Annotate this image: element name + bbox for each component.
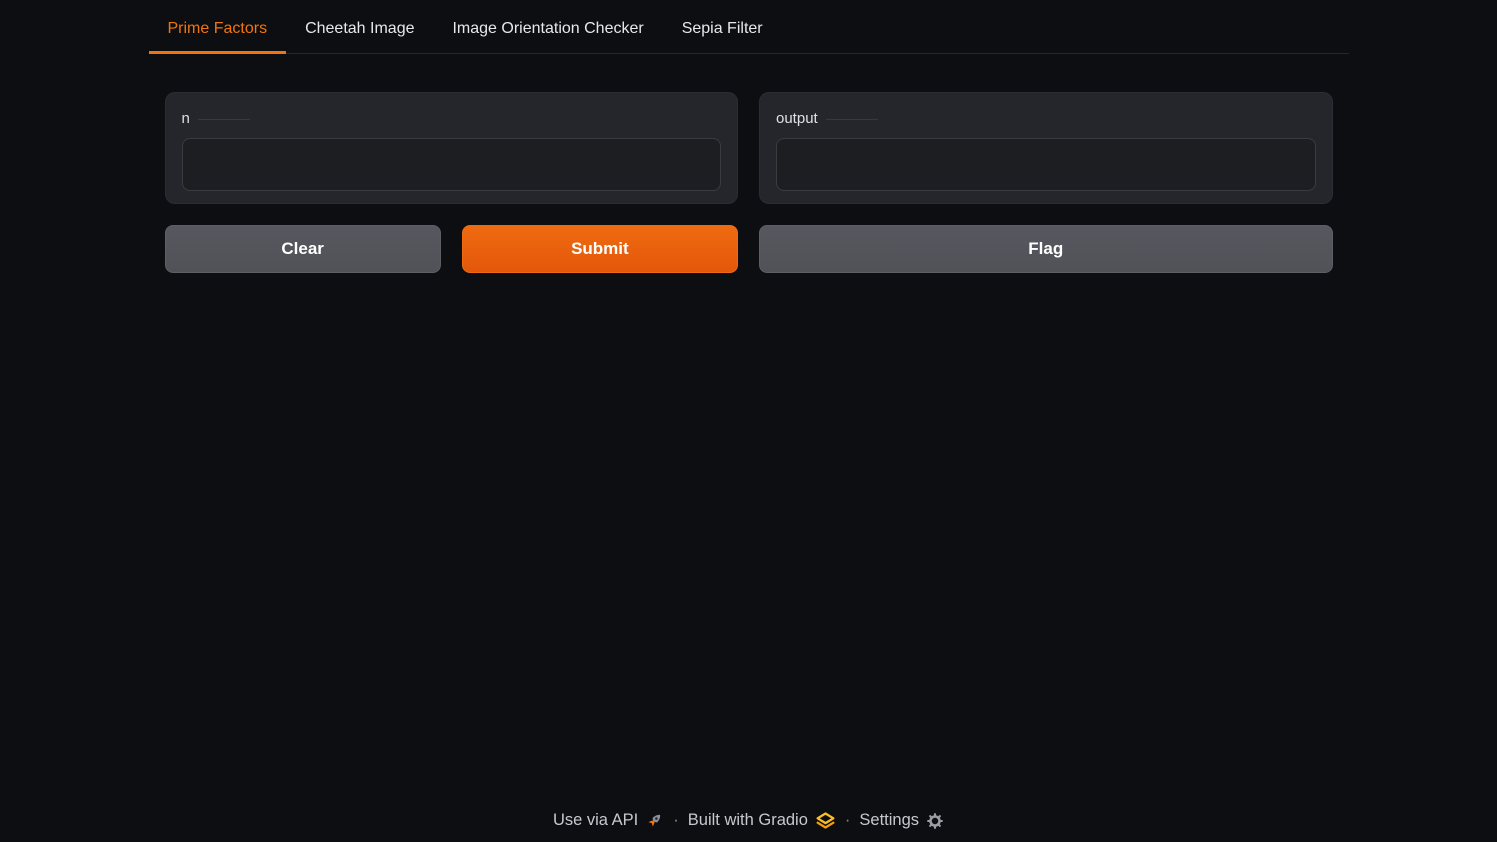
main-content: n output Clear Submit Flag [149,92,1349,273]
gradio-app: Prime Factors Cheetah Image Image Orient… [149,0,1349,273]
tab-sepia-filter[interactable]: Sepia Filter [663,8,782,54]
rocket-icon [645,811,664,830]
gradio-logo-icon [815,810,836,831]
left-button-row: Clear Submit [165,225,739,273]
use-via-api-label: Use via API [553,811,638,830]
output-textbox[interactable] [776,138,1316,191]
submit-button[interactable]: Submit [462,225,738,273]
footer-separator: · [845,811,851,830]
tab-cheetah-image[interactable]: Cheetah Image [286,8,433,54]
settings-label: Settings [859,811,919,830]
tab-bar: Prime Factors Cheetah Image Image Orient… [149,8,1349,54]
output-label: output [776,111,1316,126]
input-panel: n [165,92,739,204]
use-via-api-link[interactable]: Use via API [553,811,664,830]
output-panel: output [759,92,1333,204]
right-button-row: Flag [759,225,1333,273]
clear-button[interactable]: Clear [165,225,441,273]
built-with-gradio-link[interactable]: Built with Gradio [688,810,836,831]
flag-button[interactable]: Flag [759,225,1333,273]
gear-icon [926,812,944,830]
tab-image-orientation-checker[interactable]: Image Orientation Checker [433,8,662,54]
n-input[interactable] [182,138,722,191]
footer: Use via API · Built with Gradio · Settin… [0,810,1497,831]
footer-separator: · [673,811,679,830]
settings-link[interactable]: Settings [859,811,944,830]
built-with-gradio-label: Built with Gradio [688,811,808,830]
input-label: n [182,111,722,126]
tab-prime-factors[interactable]: Prime Factors [149,8,287,54]
